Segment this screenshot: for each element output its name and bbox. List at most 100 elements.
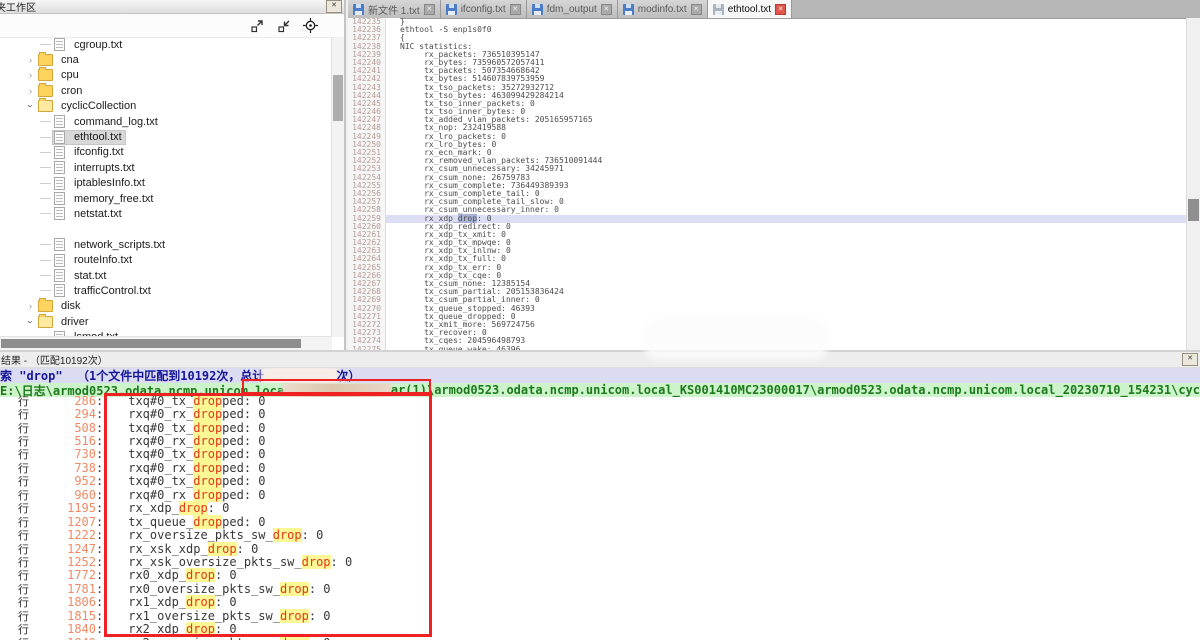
result-line-number: 1781 bbox=[32, 582, 96, 596]
results-titlebar: 结果 - （匹配10192次） ✕ bbox=[0, 350, 1200, 368]
result-match-text: rx_oversize_pkts_sw_drop: 0 bbox=[128, 528, 323, 542]
workspace-close-button[interactable]: ✕ bbox=[326, 0, 342, 13]
tree-horizontal-scrollbar[interactable] bbox=[0, 336, 332, 350]
folder-icon bbox=[38, 85, 53, 97]
editor-content[interactable]: 142235}142236ethtool -S enp1s0f0142237{1… bbox=[348, 18, 1187, 350]
result-match-text: rx_xdp_drop: 0 bbox=[128, 501, 229, 515]
result-match-text: tx_queue_dropped: 0 bbox=[128, 515, 265, 529]
result-row[interactable]: 行1781:rx0_oversize_pkts_sw_drop: 0 bbox=[0, 582, 1200, 595]
result-match-text: rx_xsk_oversize_pkts_sw_drop: 0 bbox=[128, 555, 352, 569]
result-row[interactable]: 行1849:rx2_oversize_pkts_sw_drop: 0 bbox=[0, 636, 1200, 640]
colon: : bbox=[96, 555, 103, 569]
tab-close-icon[interactable]: ✕ bbox=[775, 4, 786, 15]
results-close-button[interactable]: ✕ bbox=[1182, 353, 1198, 366]
result-row[interactable]: 行1806:rx1_xdp_drop: 0 bbox=[0, 596, 1200, 609]
tree-item[interactable]: cgroup.txt bbox=[0, 37, 332, 52]
tree-item[interactable]: › cna bbox=[0, 52, 332, 67]
folder-icon bbox=[38, 100, 53, 112]
result-row[interactable]: 行1247:rx_xsk_xdp_drop: 0 bbox=[0, 542, 1200, 555]
code-text: tx_nop: 232419588 bbox=[400, 124, 1187, 132]
colon: : bbox=[96, 528, 103, 542]
search-summary-row[interactable]: 索 "drop" （1个文件中匹配到10192次，总计次） bbox=[0, 368, 1200, 383]
collapse-all-icon[interactable] bbox=[276, 18, 291, 33]
tree-item[interactable]: ›cron bbox=[0, 83, 332, 98]
result-row[interactable]: 行1195:rx_xdp_drop: 0 bbox=[0, 502, 1200, 515]
tree-item-body: network_scripts.txt bbox=[53, 238, 168, 251]
result-line-number: 1207 bbox=[32, 515, 96, 529]
folder-workspace-panel: 夹工作区 ✕ cgroup.txt›cna›cpu›cron›cyclicCol… bbox=[0, 0, 346, 350]
bookmark-margin bbox=[386, 116, 400, 124]
tree-item[interactable]: stat.txt bbox=[0, 268, 332, 283]
match-highlight: drop bbox=[302, 555, 331, 569]
result-row[interactable]: 行1772:rx0_xdp_drop: 0 bbox=[0, 569, 1200, 582]
tree-item-label: cna bbox=[61, 54, 79, 66]
tab-close-icon[interactable]: ✕ bbox=[510, 4, 521, 15]
locate-current-file-icon[interactable] bbox=[303, 18, 318, 33]
result-match-text: rxq#0_rx_dropped: 0 bbox=[128, 488, 265, 502]
tree-item[interactable]: ethtool.txt bbox=[0, 129, 332, 144]
tree-item[interactable]: command_log.txt bbox=[0, 114, 332, 129]
result-row[interactable]: 行286:txq#0_tx_dropped: 0 bbox=[0, 394, 1200, 407]
result-row[interactable]: 行1222:rx_oversize_pkts_sw_drop: 0 bbox=[0, 528, 1200, 541]
tab-label: ifconfig.txt bbox=[461, 4, 506, 15]
tree-item[interactable]: network_scripts.txt bbox=[0, 237, 332, 252]
result-match-text: rxq#0_rx_dropped: 0 bbox=[128, 461, 265, 475]
editor-tab[interactable]: 新文件 1.txt✕ bbox=[348, 0, 441, 18]
line-word-label: 行 bbox=[18, 635, 32, 640]
tree-item-label: driver bbox=[61, 316, 89, 328]
result-row[interactable]: 行1207:tx_queue_dropped: 0 bbox=[0, 515, 1200, 528]
tree-item[interactable]: routeInfo.txt bbox=[0, 252, 332, 267]
tab-bar: 新文件 1.txt✕ifconfig.txt✕fdm_output✕modinf… bbox=[348, 0, 1200, 19]
result-row[interactable]: 行294:rxq#0_rx_dropped: 0 bbox=[0, 407, 1200, 420]
tree-item[interactable]: ›cyclicCollection bbox=[0, 99, 332, 114]
tree-vscroll-thumb[interactable] bbox=[333, 75, 343, 121]
result-row[interactable]: 行516:rxq#0_rx_dropped: 0 bbox=[0, 434, 1200, 447]
tab-close-icon[interactable]: ✕ bbox=[601, 4, 612, 15]
tree-item[interactable]: memory_free.txt bbox=[0, 191, 332, 206]
editor-tab[interactable]: fdm_output✕ bbox=[527, 0, 618, 18]
result-row[interactable]: 行1840:rx2_xdp_drop: 0 bbox=[0, 622, 1200, 635]
tree-item-body: command_log.txt bbox=[53, 115, 161, 128]
editor-tab[interactable]: ethtool.txt✕ bbox=[708, 0, 792, 18]
tab-close-icon[interactable]: ✕ bbox=[691, 4, 702, 15]
editor-line: 142237{ bbox=[348, 34, 1187, 42]
result-row[interactable]: 行1815:rx1_oversize_pkts_sw_drop: 0 bbox=[0, 609, 1200, 622]
tab-close-icon[interactable]: ✕ bbox=[424, 4, 435, 15]
result-row[interactable]: 行952:txq#0_tx_dropped: 0 bbox=[0, 475, 1200, 488]
chevron-collapsed-icon[interactable]: › bbox=[24, 301, 37, 311]
tree-item[interactable]: iptablesInfo.txt bbox=[0, 176, 332, 191]
tree-item[interactable]: netstat.txt bbox=[0, 206, 332, 221]
chevron-collapsed-icon[interactable]: › bbox=[24, 55, 37, 65]
tree-item-body: cna bbox=[37, 54, 82, 66]
result-row[interactable]: 行738:rxq#0_rx_dropped: 0 bbox=[0, 461, 1200, 474]
editor-tab[interactable]: modinfo.txt✕ bbox=[618, 0, 708, 18]
chevron-expanded-icon[interactable]: › bbox=[26, 315, 36, 328]
editor-vertical-scrollbar[interactable] bbox=[1186, 18, 1200, 350]
tree-guide-line bbox=[40, 213, 51, 214]
result-line-number: 1195 bbox=[32, 501, 96, 515]
chevron-collapsed-icon[interactable]: › bbox=[24, 86, 37, 96]
result-row[interactable]: 行1252:rx_xsk_oversize_pkts_sw_drop: 0 bbox=[0, 555, 1200, 568]
tree-item-body: netstat.txt bbox=[53, 207, 125, 220]
result-row[interactable]: 行730:txq#0_tx_dropped: 0 bbox=[0, 448, 1200, 461]
tree-item[interactable]: ›cpu bbox=[0, 68, 332, 83]
editor-vscroll-thumb[interactable] bbox=[1188, 199, 1199, 221]
colon: : bbox=[96, 394, 103, 408]
editor-tab[interactable]: ifconfig.txt ✕ bbox=[441, 0, 527, 18]
chevron-collapsed-icon[interactable]: › bbox=[24, 70, 37, 80]
tree-guide-line bbox=[40, 244, 51, 245]
tree-item[interactable]: ifconfig.txt bbox=[0, 145, 332, 160]
tree-item[interactable]: trafficControl.txt bbox=[0, 283, 332, 298]
result-row[interactable]: 行960:rxq#0_rx_dropped: 0 bbox=[0, 488, 1200, 501]
bookmark-margin bbox=[386, 190, 400, 198]
tree-vertical-scrollbar[interactable] bbox=[331, 37, 344, 337]
colon: : bbox=[96, 474, 103, 488]
tree-item[interactable]: interrupts.txt bbox=[0, 160, 332, 175]
expand-all-icon[interactable] bbox=[249, 18, 264, 33]
tree-item[interactable]: › driver bbox=[0, 314, 332, 329]
result-line-number: 1252 bbox=[32, 555, 96, 569]
tree-hscroll-thumb[interactable] bbox=[1, 339, 301, 348]
chevron-expanded-icon[interactable]: › bbox=[26, 100, 36, 113]
result-row[interactable]: 行508:txq#0_tx_dropped: 0 bbox=[0, 421, 1200, 434]
tree-item[interactable]: ›disk bbox=[0, 299, 332, 314]
